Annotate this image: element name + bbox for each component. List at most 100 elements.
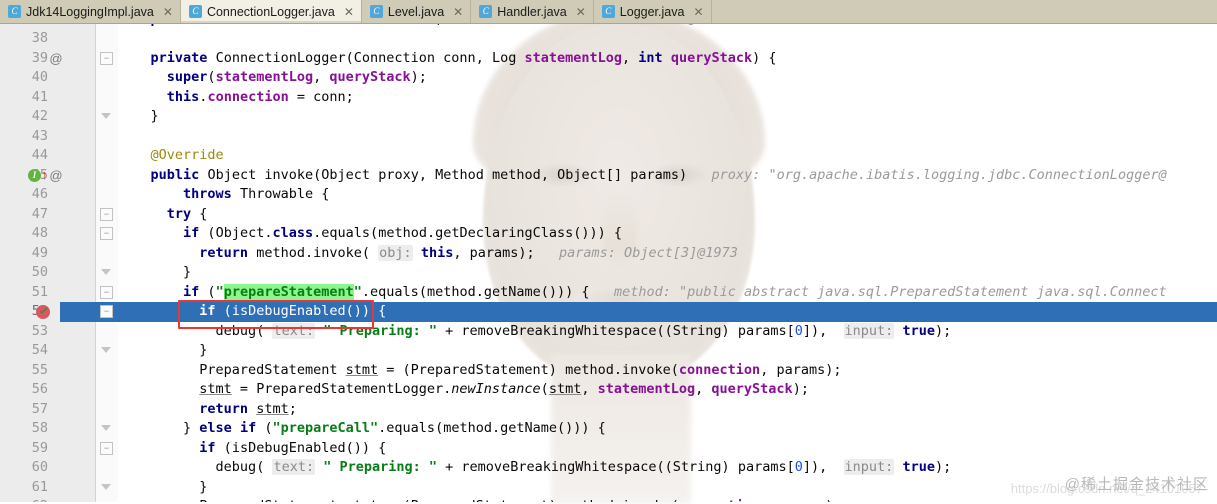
identifier: Throwable [239,186,314,202]
code-line[interactable]: 43 [0,127,1217,147]
override-marker-icon[interactable]: @ [46,49,66,69]
debug-inline-value: method: "public abstract java.sql.Prepar… [589,283,1167,300]
tab-logger[interactable]: C Logger.java ✕ [593,0,712,23]
identifier: PreparedStatement [199,498,337,502]
identifier: Connection [264,24,345,27]
fold-end-marker-icon[interactable] [100,110,113,123]
identifier: getDeclaringClass [435,225,574,241]
code-line[interactable]: 54 } [0,341,1217,361]
code-text: } else if ("prepareCall".equals(method.g… [118,420,606,436]
keyword: else [199,420,232,436]
keyword: if [183,283,200,300]
line-number: 57 [31,400,48,417]
local-variable: stmt [256,400,289,417]
code-editor[interactable]: 37 private final Connection connection; … [0,24,1217,502]
identifier: method [443,420,492,436]
field-reference: queryStack [329,69,411,85]
tab-level[interactable]: C Level.java ✕ [361,0,472,23]
fold-end-marker-icon[interactable] [100,266,113,279]
line-number: 54 [31,342,48,358]
code-line[interactable]: 51 − if ("prepareStatement".equals(method… [0,283,1217,303]
code-line[interactable]: 52✓− if (isDebugEnabled()) { [0,302,1217,322]
code-text: if (Object.class.equals(method.getDeclar… [183,225,623,241]
code-line[interactable]: 45@I↑ public Object invoke(Object proxy,… [0,166,1217,186]
editor-tab-bar: C Jdk14LoggingImpl.java ✕ C ConnectionLogger… [0,0,1217,24]
close-icon[interactable]: ✕ [453,5,463,19]
code-text: PreparedStatement stmt = (PreparedStatem… [199,361,842,378]
line-number: 38 [31,30,48,46]
code-text: } [118,108,159,124]
close-icon[interactable]: ✕ [693,5,703,19]
identifier: equals [370,283,419,300]
keyword: true [902,459,935,475]
tab-label: Level.java [387,4,445,19]
number-literal: 0 [794,322,803,339]
line-number: 56 [31,381,48,397]
code-line[interactable]: 42 } [0,107,1217,127]
line-number: 43 [31,127,48,144]
code-text: if (isDebugEnabled()) { [199,303,387,319]
line-number: 41 [31,88,48,105]
line-number: 49 [31,244,48,261]
code-line[interactable]: 47 − try { [0,205,1217,225]
keyword: private [151,24,208,27]
fold-end-marker-icon[interactable] [100,344,113,357]
code-line[interactable]: 40 super(statementLog, queryStack); [0,68,1217,88]
tab-label: ConnectionLogger.java [206,4,335,19]
keyword: if [199,439,216,456]
breakpoint-icon[interactable]: ✓ [36,303,50,319]
tab-jdk14loggingimpl[interactable]: C Jdk14LoggingImpl.java ✕ [0,0,181,23]
code-line[interactable]: 58 } else if ("prepareCall".equals(metho… [0,419,1217,439]
code-line[interactable]: 55 PreparedStatement stmt = (PreparedSta… [0,361,1217,381]
implementing-arrow-icon[interactable]: ↑ [41,167,48,183]
identifier: String [672,322,722,339]
tab-connectionlogger[interactable]: C ConnectionLogger.java ✕ [180,0,362,23]
line-number: 40 [31,69,48,85]
fold-collapse-icon[interactable]: − [100,441,113,455]
tab-handler[interactable]: C Handler.java ✕ [471,0,594,23]
code-line[interactable]: 39 @ − private ConnectionLogger(Connection… [0,49,1217,69]
line-number: 50 [31,264,48,280]
fold-collapse-icon[interactable]: − [100,305,113,318]
fold-collapse-icon[interactable]: − [100,207,113,221]
field-reference: statementLog [597,381,696,397]
code-line[interactable]: 62 PreparedStatement stmt = (PreparedSta… [0,497,1217,502]
line-number: 55 [31,361,48,378]
close-icon[interactable]: ✕ [344,5,354,19]
java-annotation: @Override [150,147,224,163]
code-line[interactable]: 53 debug( text: " Preparing: " + removeB… [0,322,1217,342]
code-text: } [118,264,192,280]
code-line[interactable]: 48 − if (Object.class.equals(method.getDe… [0,224,1217,244]
implements-method-icon[interactable]: I [28,168,41,182]
code-line[interactable]: 49 return method.invoke( obj: this, para… [0,244,1217,264]
identifier: PreparedStatement [411,498,549,502]
line-number: 48 [31,225,48,241]
fold-collapse-icon[interactable]: − [100,227,113,240]
code-text: if (isDebugEnabled()) { [199,439,387,456]
close-icon[interactable]: ✕ [576,5,586,19]
code-text: debug( text: " Preparing: " + removeBrea… [215,459,952,475]
line-number: 47 [31,205,48,222]
close-icon[interactable]: ✕ [163,5,173,19]
code-line[interactable]: 50 } [0,263,1217,283]
tab-label: Handler.java [497,4,567,19]
override-marker-icon[interactable]: @ [46,166,66,186]
code-line[interactable]: 57 return stmt; [0,400,1217,420]
number-literal: 0 [794,459,803,475]
fold-end-marker-icon[interactable] [100,481,113,494]
inline-parameter-hint: obj: [378,244,413,261]
code-line[interactable]: 38 [0,29,1217,49]
fold-collapse-icon[interactable]: − [100,51,113,65]
code-line[interactable]: 59 − if (isDebugEnabled()) { [0,439,1217,459]
code-line[interactable]: 60 debug( text: " Preparing: " + removeB… [0,458,1217,478]
code-line[interactable]: 56 stmt = PreparedStatementLogger.newIns… [0,380,1217,400]
identifier: conn [313,88,346,105]
code-line[interactable]: 44 @Override [0,146,1217,166]
code-text: private ConnectionLogger(Connection conn… [150,49,777,66]
identifier: PreparedStatementLogger [256,381,444,397]
fold-collapse-icon[interactable]: − [100,285,113,299]
identifier: method [565,498,614,502]
code-line[interactable]: 41 this.connection = conn; [0,88,1217,108]
fold-end-marker-icon[interactable] [100,422,113,435]
code-line[interactable]: 46 throws Throwable { [0,185,1217,205]
